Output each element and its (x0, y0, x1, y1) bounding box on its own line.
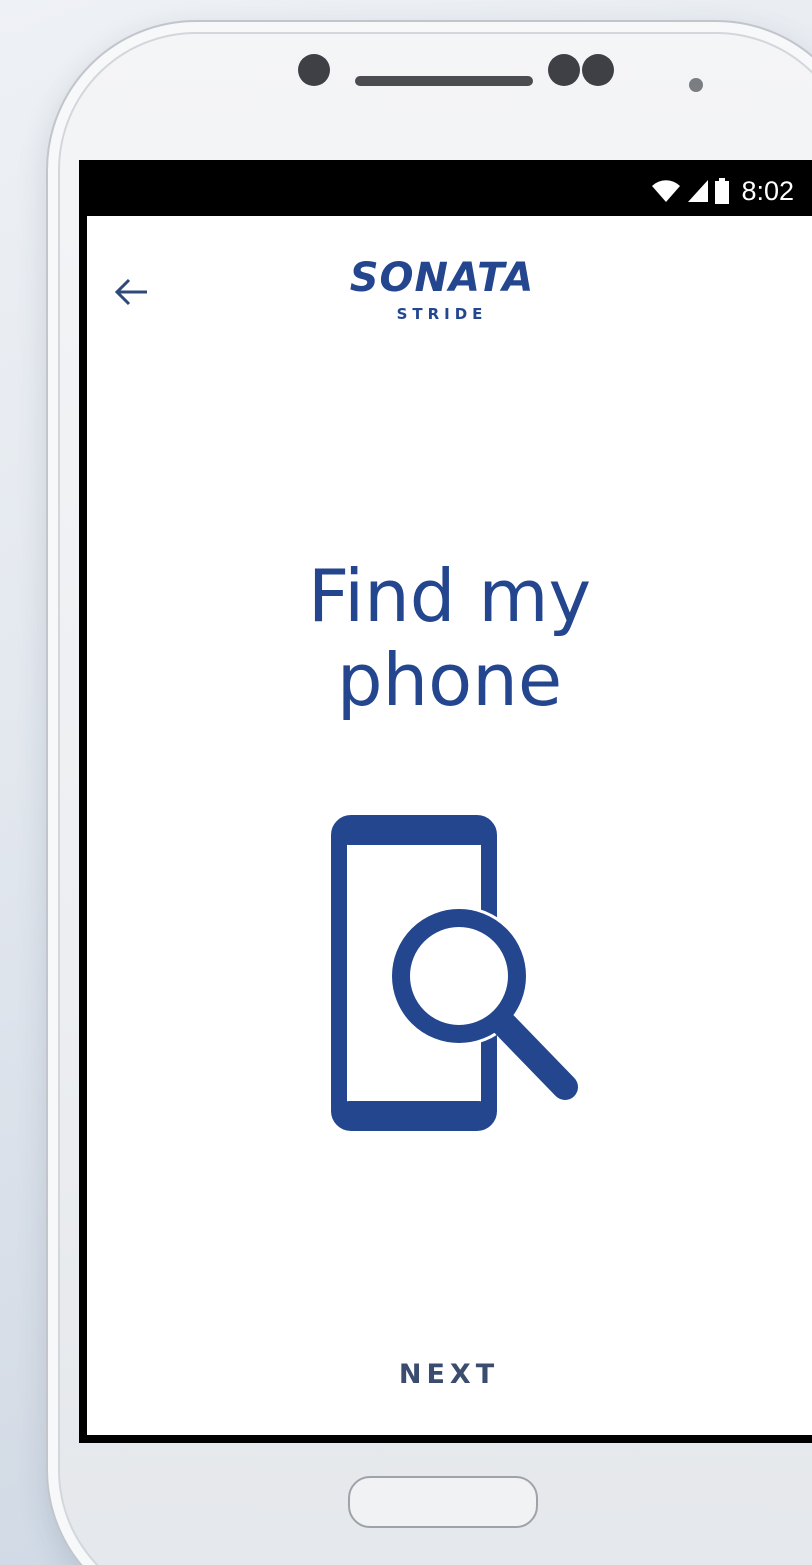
back-arrow-icon[interactable] (109, 270, 153, 314)
light-sensor (582, 54, 614, 86)
next-button[interactable]: NEXT (349, 1346, 549, 1402)
notification-led (689, 78, 703, 92)
page-title: Find my phone (87, 554, 812, 722)
brand-logo: SONATA STRIDE (327, 256, 557, 336)
phone-top-sensors (0, 40, 812, 100)
title-line-2: phone (336, 638, 563, 722)
title-line-1: Find my (307, 554, 592, 638)
front-camera (298, 54, 330, 86)
status-icons: 8:02 (651, 176, 794, 206)
logo-main-text: SONATA (349, 255, 535, 301)
status-bar: 8:02 (79, 160, 812, 216)
battery-icon (715, 178, 730, 204)
background: 8:02 SONATA STRIDE Find my phone NEXT (0, 0, 812, 1565)
signal-icon (688, 180, 709, 202)
phone-search-icon (331, 815, 578, 1131)
logo-sub-text: STRIDE (396, 305, 488, 323)
wifi-icon (652, 180, 681, 202)
app-screen: SONATA STRIDE Find my phone NEXT (87, 216, 812, 1435)
phone-screen: 8:02 SONATA STRIDE Find my phone NEXT (79, 160, 812, 1443)
home-button[interactable] (348, 1476, 538, 1528)
status-time: 8:02 (741, 175, 794, 206)
proximity-sensor (548, 54, 580, 86)
earpiece-speaker (355, 76, 533, 86)
